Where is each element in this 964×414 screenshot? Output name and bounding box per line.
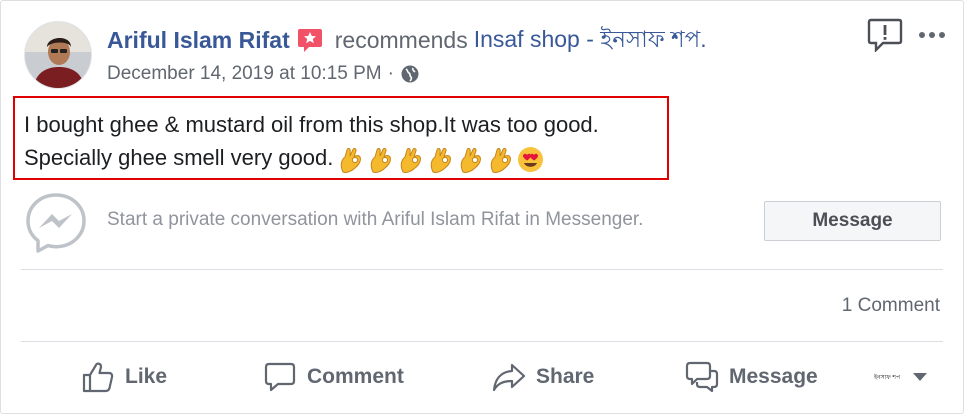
post-meta: December 14, 2019 at 10:15 PM · — [107, 61, 420, 87]
dot — [939, 32, 945, 38]
share-button[interactable]: Share — [492, 357, 594, 397]
private-conversation-prompt: Start a private conversation with Ariful… — [107, 209, 644, 230]
page-thumbnail: ইনসাফ শপ — [873, 374, 901, 381]
meta-separator: · — [387, 63, 394, 84]
review-text-line: I bought ghee & mustard oil from this sh… — [24, 112, 599, 137]
comment-bubble-icon — [264, 362, 296, 392]
comment-button[interactable]: Comment — [263, 357, 404, 397]
send-message-button[interactable]: Message — [685, 357, 818, 397]
emoji-row — [337, 146, 544, 173]
divider — [21, 341, 943, 342]
like-button[interactable]: Like — [81, 357, 167, 397]
like-label: Like — [125, 365, 168, 388]
recommends-text: recommends — [334, 26, 468, 53]
heart-eyes-emoji — [518, 146, 544, 172]
message-bubbles-icon — [685, 361, 719, 393]
author-avatar[interactable] — [24, 21, 92, 89]
thumbs-up-icon — [82, 362, 114, 393]
report-icon[interactable] — [867, 18, 903, 53]
globe-icon[interactable] — [400, 64, 420, 84]
share-label: Share — [536, 365, 595, 388]
chevron-down-icon — [913, 373, 927, 381]
share-arrow-icon — [492, 363, 526, 392]
ok-hand-emoji — [431, 147, 452, 173]
more-options-icon[interactable] — [915, 23, 949, 47]
messenger-icon — [24, 191, 88, 255]
message-button[interactable]: Message — [764, 201, 941, 241]
ok-hand-emoji — [461, 147, 482, 173]
divider — [21, 269, 943, 270]
page-selector[interactable]: ইনসাফ শপ — [869, 361, 935, 393]
comment-label: Comment — [307, 365, 404, 388]
dot — [929, 32, 935, 38]
recommendation-star-icon — [297, 27, 323, 53]
author-name-link[interactable]: Ariful Islam Rifat — [107, 27, 290, 54]
ok-hand-emoji — [371, 147, 392, 173]
review-text-line: Specially ghee smell very good. — [24, 145, 544, 173]
ok-hand-emoji — [491, 147, 512, 173]
dot — [919, 32, 925, 38]
comment-count-link[interactable]: 1 Comment — [842, 295, 940, 317]
review-post-card: Ariful Islam Rifat recommends Insaf shop… — [0, 0, 964, 414]
page-name-link[interactable]: Insaf shop - ইনসাফ শপ. — [474, 21, 707, 60]
ok-hand-emoji — [341, 147, 362, 173]
review-text-highlight: I bought ghee & mustard oil from this sh… — [13, 96, 669, 180]
ok-hand-emoji — [401, 147, 422, 173]
post-timestamp[interactable]: December 14, 2019 at 10:15 PM — [107, 63, 382, 85]
review-text-line-2: Specially ghee smell very good. — [24, 145, 334, 170]
message-label: Message — [729, 365, 818, 388]
post-header-line: Ariful Islam Rifat recommends Insaf shop… — [107, 23, 707, 57]
